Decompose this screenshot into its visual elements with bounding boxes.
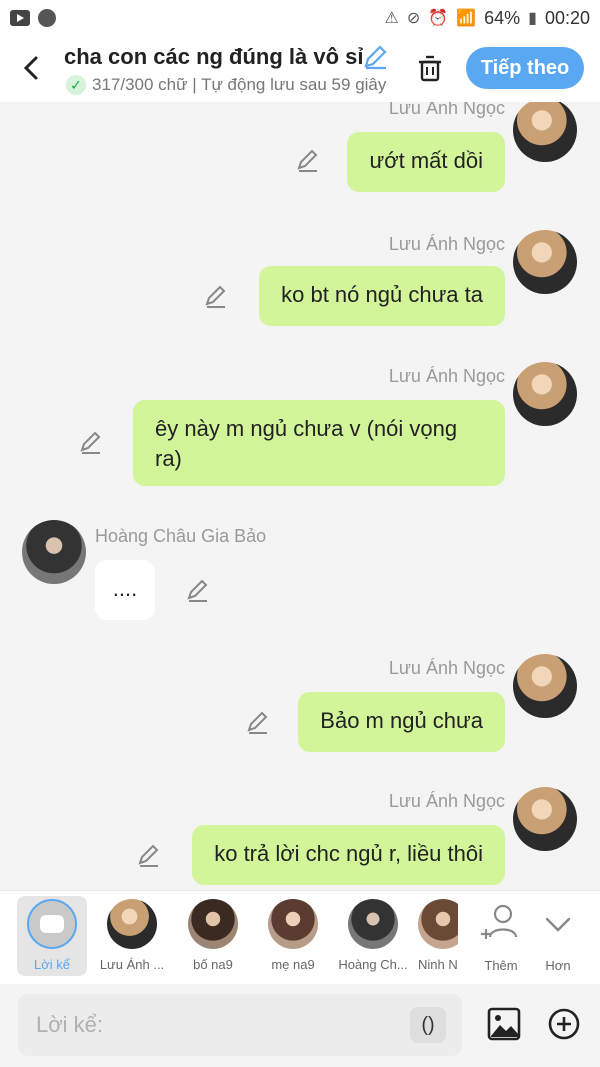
avatar [268, 899, 318, 949]
input-bar: () [0, 984, 600, 1067]
avatar[interactable] [513, 102, 577, 162]
sender-name: Lưu Ánh Ngọc [388, 366, 505, 386]
avatar[interactable] [22, 520, 86, 584]
avatar [418, 899, 458, 949]
sender-name: Lưu Ánh Ngọc [388, 234, 505, 254]
autosave-text: 317/300 chữ | Tự động lưu sau 59 giây [92, 75, 387, 94]
pencil-icon[interactable] [203, 284, 229, 310]
more-button[interactable]: Hơn [523, 899, 593, 973]
status-bar: ⚠ ⊘ ⏰ 📶 64% ▮ 00:20 [0, 0, 600, 36]
message-bubble[interactable]: êy này m ngủ chưa v (nói vọng ra) [133, 400, 505, 486]
pencil-icon[interactable] [185, 578, 211, 604]
editor-header: cha con các ng đúng là vô sỉ ✓ 317/300 c… [0, 36, 600, 102]
alarm-clock-icon: ⏰ [428, 10, 449, 27]
pencil-icon[interactable] [136, 843, 162, 869]
sender-name: Lưu Ánh Ngọc [388, 102, 505, 118]
message-bubble[interactable]: ko trả lời chc ngủ r, liều thôi [192, 825, 505, 885]
avatar[interactable] [513, 362, 577, 426]
character-luu-anh-ngoc[interactable]: Lưu Ánh ... [97, 899, 167, 972]
character-me-na9[interactable]: mẹ na9 [258, 899, 328, 972]
add-person-icon [481, 904, 518, 939]
avatar[interactable] [513, 654, 577, 718]
globe-icon [38, 9, 56, 27]
character-label: mẹ na9 [271, 957, 315, 972]
pencil-icon[interactable] [295, 148, 321, 174]
avatar [348, 899, 398, 949]
message-bubble[interactable]: ko bt nó ngủ chưa ta [259, 266, 505, 326]
avatar [188, 899, 238, 949]
next-button[interactable]: Tiếp theo [466, 47, 584, 89]
parentheses-button[interactable]: () [410, 1007, 446, 1043]
character-hoang-chau[interactable]: Hoàng Ch... [338, 899, 408, 972]
battery-icon: ▮ [528, 10, 537, 27]
character-bo-na9[interactable]: bố na9 [178, 899, 248, 972]
character-label: Lưu Ánh ... [99, 957, 165, 972]
character-ninh[interactable]: Ninh N... [418, 899, 458, 972]
pencil-icon[interactable] [245, 710, 271, 736]
character-label: Hoàng Ch... [338, 957, 408, 972]
narration-input[interactable] [34, 1011, 410, 1039]
chat-area[interactable]: Lưu Ánh Ngọc ướt mất dồi Lưu Ánh Ngọc ko… [0, 102, 600, 890]
trash-icon[interactable] [414, 52, 446, 84]
character-narrator[interactable]: Lời kể [17, 899, 87, 972]
sender-name: Lưu Ánh Ngọc [388, 658, 505, 678]
data-saver-icon: ⊘ [406, 10, 421, 27]
check-icon: ✓ [66, 75, 86, 95]
message-bubble[interactable]: .... [95, 560, 155, 620]
plus-circle-icon[interactable] [548, 1008, 580, 1040]
word-count-status: ✓ 317/300 chữ | Tự động lưu sau 59 giây [66, 74, 390, 96]
chevron-down-icon [545, 917, 571, 932]
story-title[interactable]: cha con các ng đúng là vô sỉ [64, 44, 364, 70]
edit-title-icon[interactable] [362, 44, 388, 70]
message-bubble[interactable]: ướt mất dồi [347, 132, 505, 192]
message-bubble[interactable]: Bảo m ngủ chưa [298, 692, 505, 752]
clock: 00:20 [544, 7, 590, 28]
avatar[interactable] [513, 230, 577, 294]
sender-name: Hoàng Châu Gia Bảo [95, 526, 267, 546]
character-bar: Lời kể Lưu Ánh ... bố na9 mẹ na9 Hoàng C… [0, 890, 600, 985]
battery-percent: 64% [484, 7, 521, 28]
alarm-icon: ⚠ [384, 10, 399, 27]
character-label: Hơn [545, 958, 571, 973]
pencil-icon[interactable] [78, 430, 104, 456]
wifi-icon: 📶 [456, 10, 477, 27]
back-arrow-icon[interactable] [18, 54, 46, 82]
avatar[interactable] [513, 787, 577, 851]
character-label: bố na9 [193, 957, 233, 972]
avatar [107, 899, 157, 949]
image-icon[interactable] [486, 1006, 522, 1042]
narrator-icon [27, 899, 77, 949]
sender-name: Lưu Ánh Ngọc [388, 791, 505, 811]
character-label: Ninh N... [418, 957, 458, 972]
character-label: Lời kể [34, 957, 70, 972]
narration-input-box: () [18, 994, 462, 1056]
youtube-icon [10, 10, 30, 26]
